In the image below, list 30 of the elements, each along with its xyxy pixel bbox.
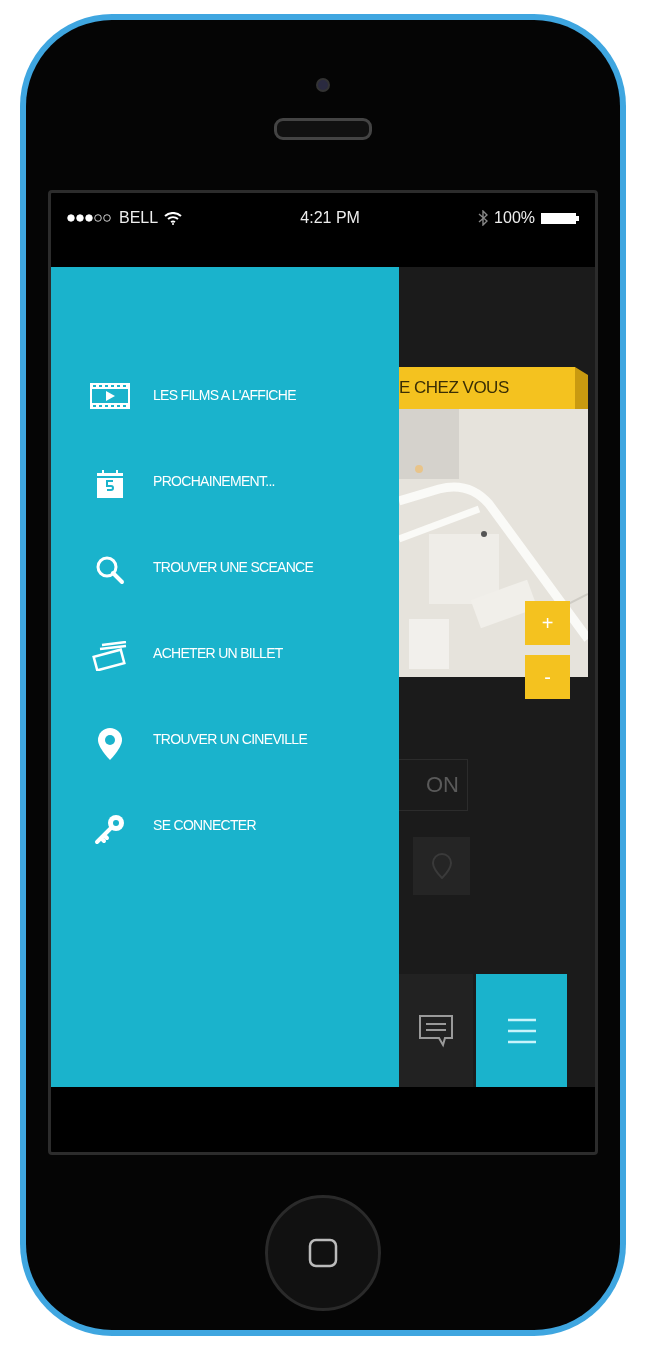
location-button[interactable]: ON (399, 759, 468, 811)
battery-percent: 100% (494, 209, 535, 227)
menu-item[interactable]: LES FILMS A L'AFFICHE (153, 383, 296, 407)
menu-item[interactable]: TROUVER UN CINEVILLE (153, 727, 308, 751)
camera (316, 78, 330, 92)
carrier-name: BELL (119, 209, 159, 227)
home-square-icon (308, 1238, 338, 1268)
key-icon (94, 813, 126, 845)
wifi-icon (164, 211, 183, 225)
chat-icon (417, 1013, 455, 1048)
film-icon (90, 383, 130, 409)
menu-item[interactable]: ACHETER UN BILLET (153, 641, 283, 665)
clock: 4:21 PM (300, 209, 360, 227)
tickets-icon (92, 641, 128, 671)
battery-icon (541, 211, 579, 225)
menu-item[interactable]: TROUVER UNE SCEANCE (153, 555, 314, 579)
menu-icon (506, 1017, 537, 1044)
search-icon (95, 555, 125, 585)
menu-item[interactable]: SE CONNECTER (153, 813, 256, 837)
zoom-in-button[interactable]: + (525, 601, 570, 645)
location-pin-icon (97, 727, 123, 761)
menu-item[interactable]: PROCHAINEMENT... (153, 469, 275, 493)
banner-title: E CHEZ VOUS (399, 367, 575, 409)
banner-fold (575, 367, 588, 409)
locate-button[interactable] (413, 837, 470, 895)
calendar-icon (95, 469, 125, 499)
bluetooth-icon (478, 210, 489, 226)
signal-icon (67, 214, 113, 222)
zoom-out-button[interactable]: - (525, 655, 570, 699)
chat-tab[interactable] (399, 974, 473, 1087)
